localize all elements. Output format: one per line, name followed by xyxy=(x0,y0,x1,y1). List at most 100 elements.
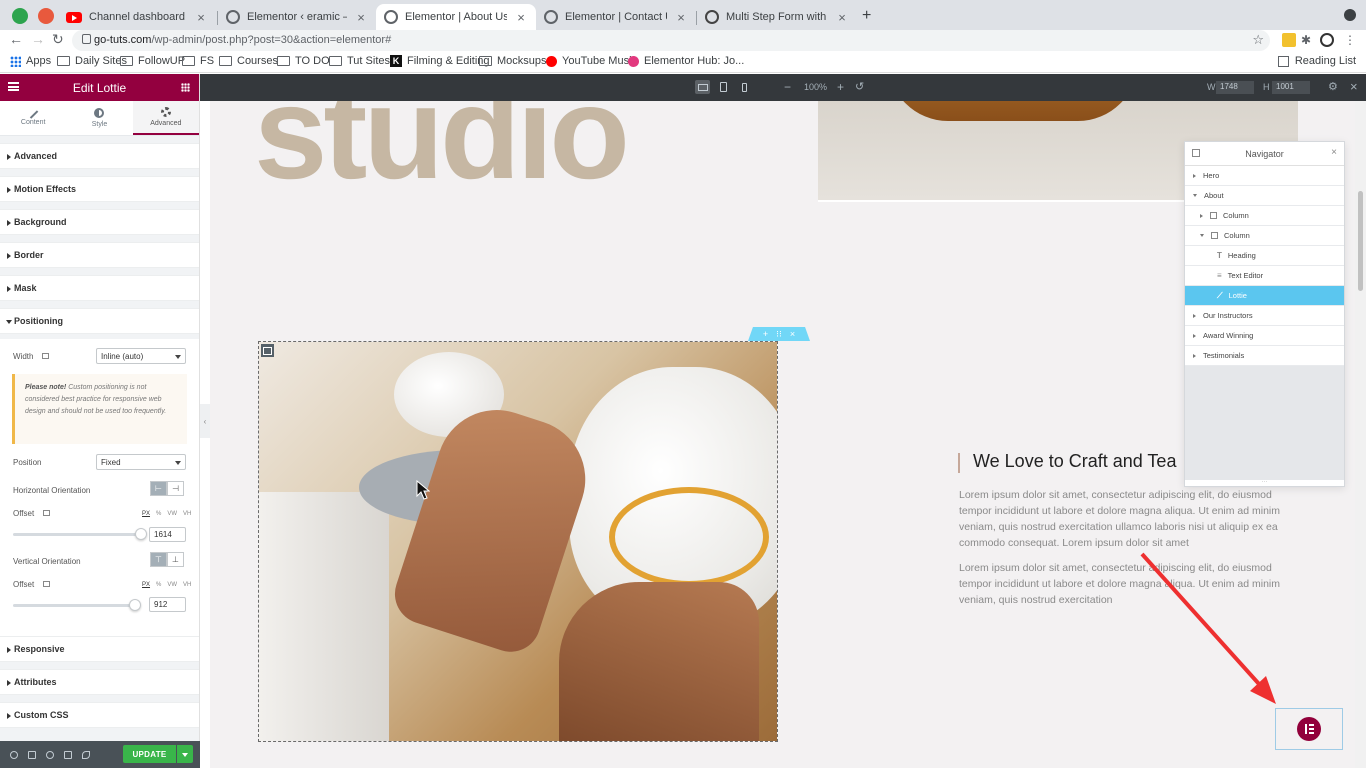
settings-icon[interactable] xyxy=(10,750,18,759)
widgets-grid-icon[interactable] xyxy=(181,83,190,92)
close-tab-icon[interactable]: × xyxy=(514,10,528,25)
caret-right-icon[interactable] xyxy=(1193,313,1196,318)
tab-about-us[interactable]: Elementor | About Us × xyxy=(376,4,536,30)
profile-extension-icon[interactable] xyxy=(1320,33,1334,47)
puzzle-extensions-icon[interactable]: ✱ xyxy=(1301,33,1315,47)
bookmark-followup[interactable]: FollowUP xyxy=(120,55,185,67)
lottie-widget[interactable] xyxy=(258,341,778,742)
unit-px[interactable]: PX xyxy=(142,582,150,588)
tab-content[interactable]: Content xyxy=(0,101,66,135)
delete-icon[interactable]: × xyxy=(790,329,795,339)
bookmark-daily-sites[interactable]: Daily Sites xyxy=(57,55,127,67)
forward-arrow-icon[interactable]: → xyxy=(31,31,45,47)
device-tablet-button[interactable] xyxy=(716,80,731,94)
device-desktop-button[interactable] xyxy=(695,80,710,94)
section-attributes[interactable]: Attributes xyxy=(0,669,199,695)
unit-vw[interactable]: VW xyxy=(167,582,177,588)
bookmark-todo[interactable]: TO DO xyxy=(277,55,330,67)
monitor-icon[interactable] xyxy=(42,353,49,359)
h-offset-input[interactable]: 1614 xyxy=(149,527,186,542)
nav-item-column[interactable]: Column xyxy=(1185,226,1344,246)
unit-vw[interactable]: VW xyxy=(167,511,177,517)
width-select[interactable]: Inline (auto) xyxy=(96,348,186,364)
close-tab-icon[interactable]: × xyxy=(674,10,688,25)
nav-item-our-instructors[interactable]: Our Instructors xyxy=(1185,306,1344,326)
section-background[interactable]: Background xyxy=(0,209,199,235)
align-right-icon[interactable]: ⊣ xyxy=(167,481,184,496)
hero-heading[interactable]: studio xyxy=(254,101,630,199)
section-positioning[interactable]: Positioning xyxy=(0,308,199,334)
preview-eye-icon[interactable] xyxy=(82,750,90,759)
section-motion-effects[interactable]: Motion Effects xyxy=(0,176,199,202)
scroll-thumb[interactable] xyxy=(1358,191,1363,291)
settings-gear-icon[interactable]: ⚙ xyxy=(1328,80,1338,93)
about-heading[interactable]: We Love to Craft and Tea xyxy=(973,451,1176,472)
monitor-icon[interactable] xyxy=(43,510,50,516)
close-icon[interactable]: × xyxy=(1331,147,1337,158)
pinned-tab-icon[interactable] xyxy=(38,8,54,24)
bookmark-mocksups[interactable]: Mocksups xyxy=(479,55,547,67)
canvas-width-input[interactable]: 1748 xyxy=(1216,81,1254,94)
pinned-tab-icon[interactable] xyxy=(12,8,28,24)
unit-vh[interactable]: VH xyxy=(183,582,191,588)
device-mobile-button[interactable] xyxy=(737,80,752,94)
reset-zoom-icon[interactable]: ↺ xyxy=(855,80,864,93)
tab-style[interactable]: Style xyxy=(66,101,132,135)
bookmark-fs[interactable]: FS xyxy=(182,55,214,67)
nav-item-about[interactable]: About xyxy=(1185,186,1344,206)
update-button[interactable]: UPDATE xyxy=(123,745,176,763)
canvas-height-input[interactable]: 1001 xyxy=(1272,81,1310,94)
section-mask[interactable]: Mask xyxy=(0,275,199,301)
url-text[interactable]: go-tuts.com/wp-admin/post.php?post=30&ac… xyxy=(94,34,391,46)
tab-youtube[interactable]: Channel dashboard - YouTube × xyxy=(58,4,216,30)
unit-percent[interactable]: % xyxy=(156,511,161,517)
close-tab-icon[interactable]: × xyxy=(194,10,208,25)
v-offset-input[interactable]: 912 xyxy=(149,597,186,612)
nav-item-hero[interactable]: Hero xyxy=(1185,166,1344,186)
zoom-in-icon[interactable]: + xyxy=(837,80,844,94)
nav-item-heading[interactable]: T Heading xyxy=(1185,246,1344,266)
collapse-all-icon[interactable] xyxy=(1192,149,1200,157)
fixed-lottie-box[interactable] xyxy=(1275,708,1343,750)
canvas-scrollbar[interactable] xyxy=(1355,101,1366,768)
add-icon[interactable]: + xyxy=(763,329,768,339)
caret-right-icon[interactable] xyxy=(1193,353,1196,358)
close-tab-icon[interactable]: × xyxy=(835,10,849,25)
update-options-icon[interactable] xyxy=(177,745,193,763)
responsive-mode-icon[interactable] xyxy=(64,750,72,759)
unit-percent[interactable]: % xyxy=(156,582,161,588)
align-left-icon[interactable]: ⊢ xyxy=(150,481,167,496)
navigator-resize-handle[interactable]: ··· xyxy=(1185,479,1344,486)
bookmark-courses[interactable]: Courses xyxy=(219,55,278,67)
section-advanced[interactable]: Advanced xyxy=(0,143,199,169)
caret-right-icon[interactable] xyxy=(1200,213,1203,218)
panel-collapse-handle[interactable]: ‹ xyxy=(200,404,210,438)
tab-multistep-form[interactable]: Multi Step Form with Progress × xyxy=(697,4,857,30)
bookmark-youtube-music[interactable]: YouTube Music xyxy=(546,55,637,67)
lock-icon[interactable] xyxy=(82,34,91,44)
reload-icon[interactable]: ↻ xyxy=(52,31,64,48)
position-select[interactable]: Fixed xyxy=(96,454,186,470)
tab-wp-elementor[interactable]: Elementor ‹ eramic — WordPress × xyxy=(218,4,376,30)
unit-vh[interactable]: VH xyxy=(183,511,191,517)
v-offset-slider[interactable] xyxy=(13,599,141,611)
section-responsive[interactable]: Responsive xyxy=(0,636,199,662)
caret-down-icon[interactable] xyxy=(1200,234,1204,237)
about-paragraph-2[interactable]: Lorem ipsum dolor sit amet, consectetur … xyxy=(959,560,1304,608)
extension-icon[interactable] xyxy=(1282,33,1296,47)
navigator-header[interactable]: Navigator × xyxy=(1185,142,1344,166)
history-icon[interactable] xyxy=(46,750,54,759)
address-bar[interactable]: go-tuts.com/wp-admin/post.php?post=30&ac… xyxy=(72,30,1270,51)
monitor-icon[interactable] xyxy=(43,581,50,587)
reading-list-button[interactable]: Reading List xyxy=(1277,55,1356,67)
bookmark-filming[interactable]: K Filming & Editing xyxy=(390,55,490,67)
bookmark-star-icon[interactable]: ☆ xyxy=(1252,32,1264,48)
align-top-icon[interactable]: ⊤ xyxy=(150,552,167,567)
close-responsive-icon[interactable]: × xyxy=(1350,79,1358,94)
bookmark-apps[interactable]: Apps xyxy=(10,55,51,67)
caret-right-icon[interactable] xyxy=(1193,173,1196,178)
caret-down-icon[interactable] xyxy=(1193,194,1197,197)
nav-item-lottie[interactable]: ⟋ Lottie xyxy=(1185,286,1344,306)
widget-edit-handle[interactable]: + ⁝⁝ × xyxy=(748,327,810,341)
bookmark-tut-sites[interactable]: Tut Sites xyxy=(329,55,390,67)
